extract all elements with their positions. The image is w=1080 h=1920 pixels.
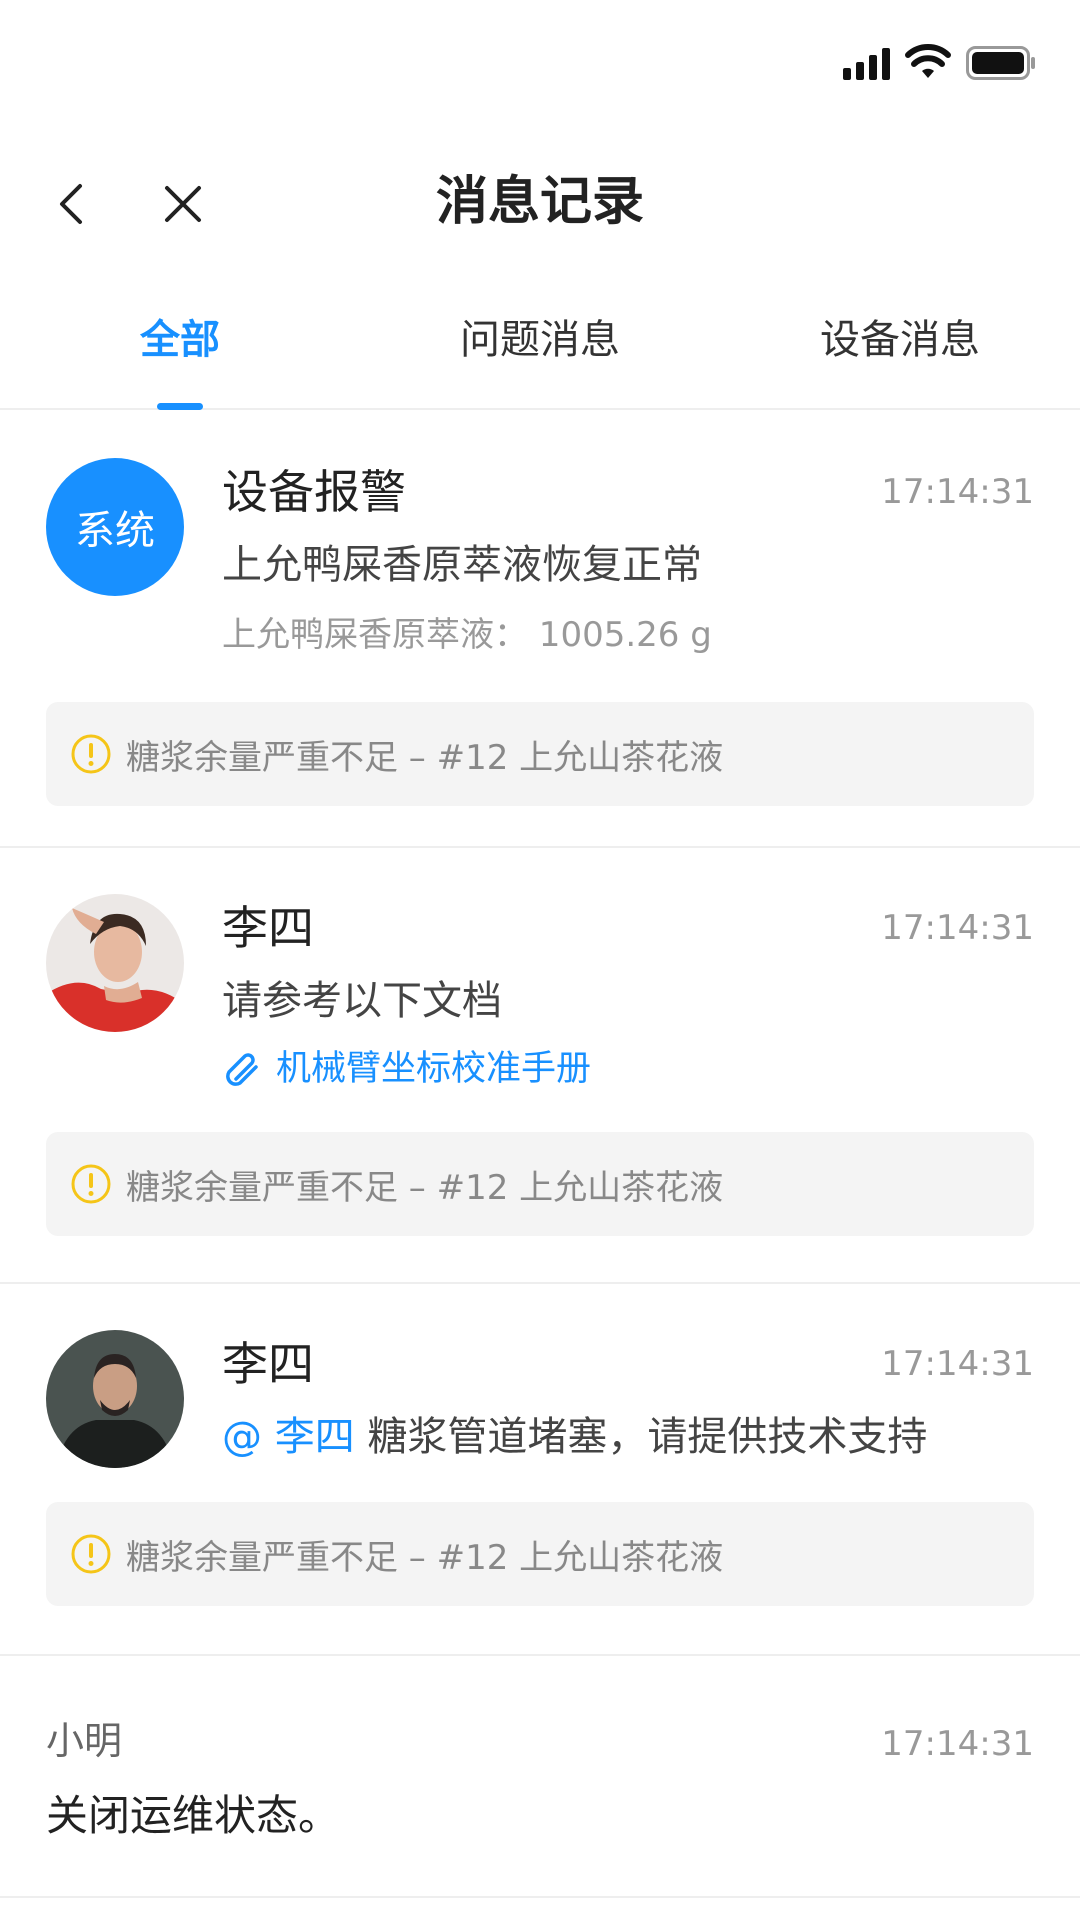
message-time: 17:14:31 — [881, 908, 1034, 948]
warning-text: 糖浆余量严重不足 – #12 上允山茶花液 — [126, 1167, 724, 1208]
message-sender: 小明 — [46, 1719, 123, 1763]
warning-text: 糖浆余量严重不足 – #12 上允山茶花液 — [126, 737, 724, 778]
message-text: @ 李四 糖浆管道堵塞，请提供技术支持 — [222, 1409, 927, 1465]
status-bar — [0, 0, 1080, 120]
message-time: 17:14:31 — [881, 1344, 1034, 1384]
attachment-link[interactable]: 机械臂坐标校准手册 — [222, 1043, 591, 1095]
nav-bar: 消息记录 — [0, 150, 1080, 260]
warning-text: 糖浆余量严重不足 – #12 上允山茶花液 — [126, 1537, 724, 1578]
warning-icon — [71, 1534, 111, 1574]
message-item[interactable]: 李四 17:14:31 @ 李四 糖浆管道堵塞，请提供技术支持 糖浆余量严重不足… — [0, 1284, 1080, 1656]
attachment-label: 机械臂坐标校准手册 — [276, 1049, 592, 1089]
tab-bar: 全部 问题消息 设备消息 — [0, 300, 1080, 410]
message-text: 请参考以下文档 — [222, 978, 502, 1024]
warning-icon — [71, 734, 111, 774]
page-title: 消息记录 — [435, 172, 644, 232]
avatar-label: 系统 — [75, 508, 155, 554]
warning-bar[interactable]: 糖浆余量严重不足 – #12 上允山茶花液 — [46, 1132, 1034, 1236]
message-sender: 李四 — [222, 901, 314, 955]
warning-icon — [71, 1164, 111, 1204]
avatar: 系统 — [46, 458, 184, 596]
warning-bar[interactable]: 糖浆余量严重不足 – #12 上允山茶花液 — [46, 1502, 1034, 1606]
tab-device-messages[interactable]: 设备消息 — [780, 312, 1020, 368]
message-item[interactable]: 李四 17:14:31 请参考以下文档 机械臂坐标校准手册 糖浆余量严重不足 –… — [0, 848, 1080, 1284]
tab-issue-messages[interactable]: 问题消息 — [420, 312, 660, 368]
battery-icon — [966, 46, 1035, 80]
message-time: 17:14:31 — [881, 1724, 1034, 1764]
message-text: 关闭运维状态。 — [46, 1791, 341, 1840]
active-tab-indicator — [157, 403, 203, 410]
message-text: 上允鸭屎香原萃液恢复正常 — [222, 542, 702, 588]
message-item[interactable]: 系统 设备报警 17:14:31 上允鸭屎香原萃液恢复正常 上允鸭屎香原萃液： … — [0, 412, 1080, 848]
avatar — [46, 1330, 184, 1468]
mention-link[interactable]: @ 李四 — [222, 1414, 355, 1460]
message-time: 17:14:31 — [881, 472, 1034, 512]
wifi-icon — [905, 44, 951, 78]
message-body: 糖浆管道堵塞，请提供技术支持 — [367, 1414, 928, 1460]
message-item[interactable]: 小明 17:14:31 关闭运维状态。 — [0, 1656, 1080, 1898]
tab-all[interactable]: 全部 — [60, 312, 300, 368]
avatar — [46, 894, 184, 1032]
message-sender: 李四 — [222, 1337, 314, 1391]
signal-icon — [843, 48, 890, 80]
message-detail: 上允鸭屎香原萃液： 1005.26 g — [222, 615, 712, 655]
paperclip-icon — [226, 1053, 258, 1086]
warning-bar[interactable]: 糖浆余量严重不足 – #12 上允山茶花液 — [46, 702, 1034, 806]
message-sender: 设备报警 — [222, 465, 406, 519]
